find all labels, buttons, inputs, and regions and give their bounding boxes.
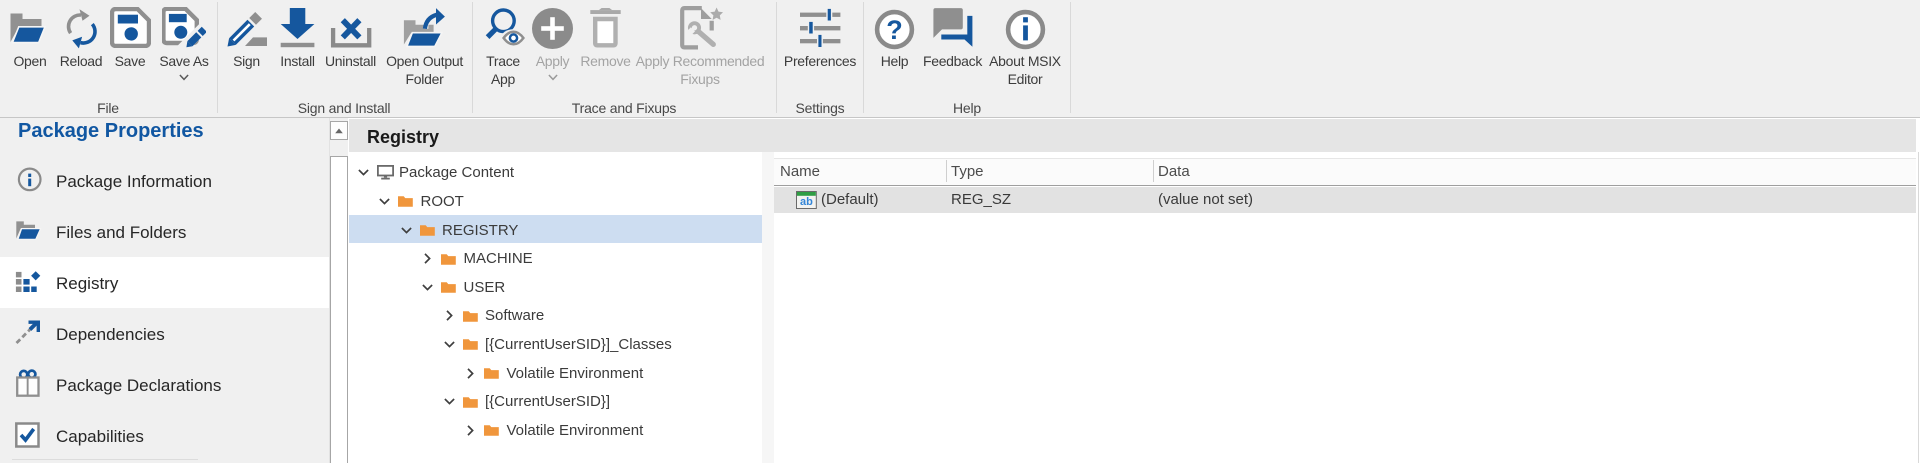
svg-text:?: ? <box>886 15 903 45</box>
svg-text:ab: ab <box>800 196 813 208</box>
